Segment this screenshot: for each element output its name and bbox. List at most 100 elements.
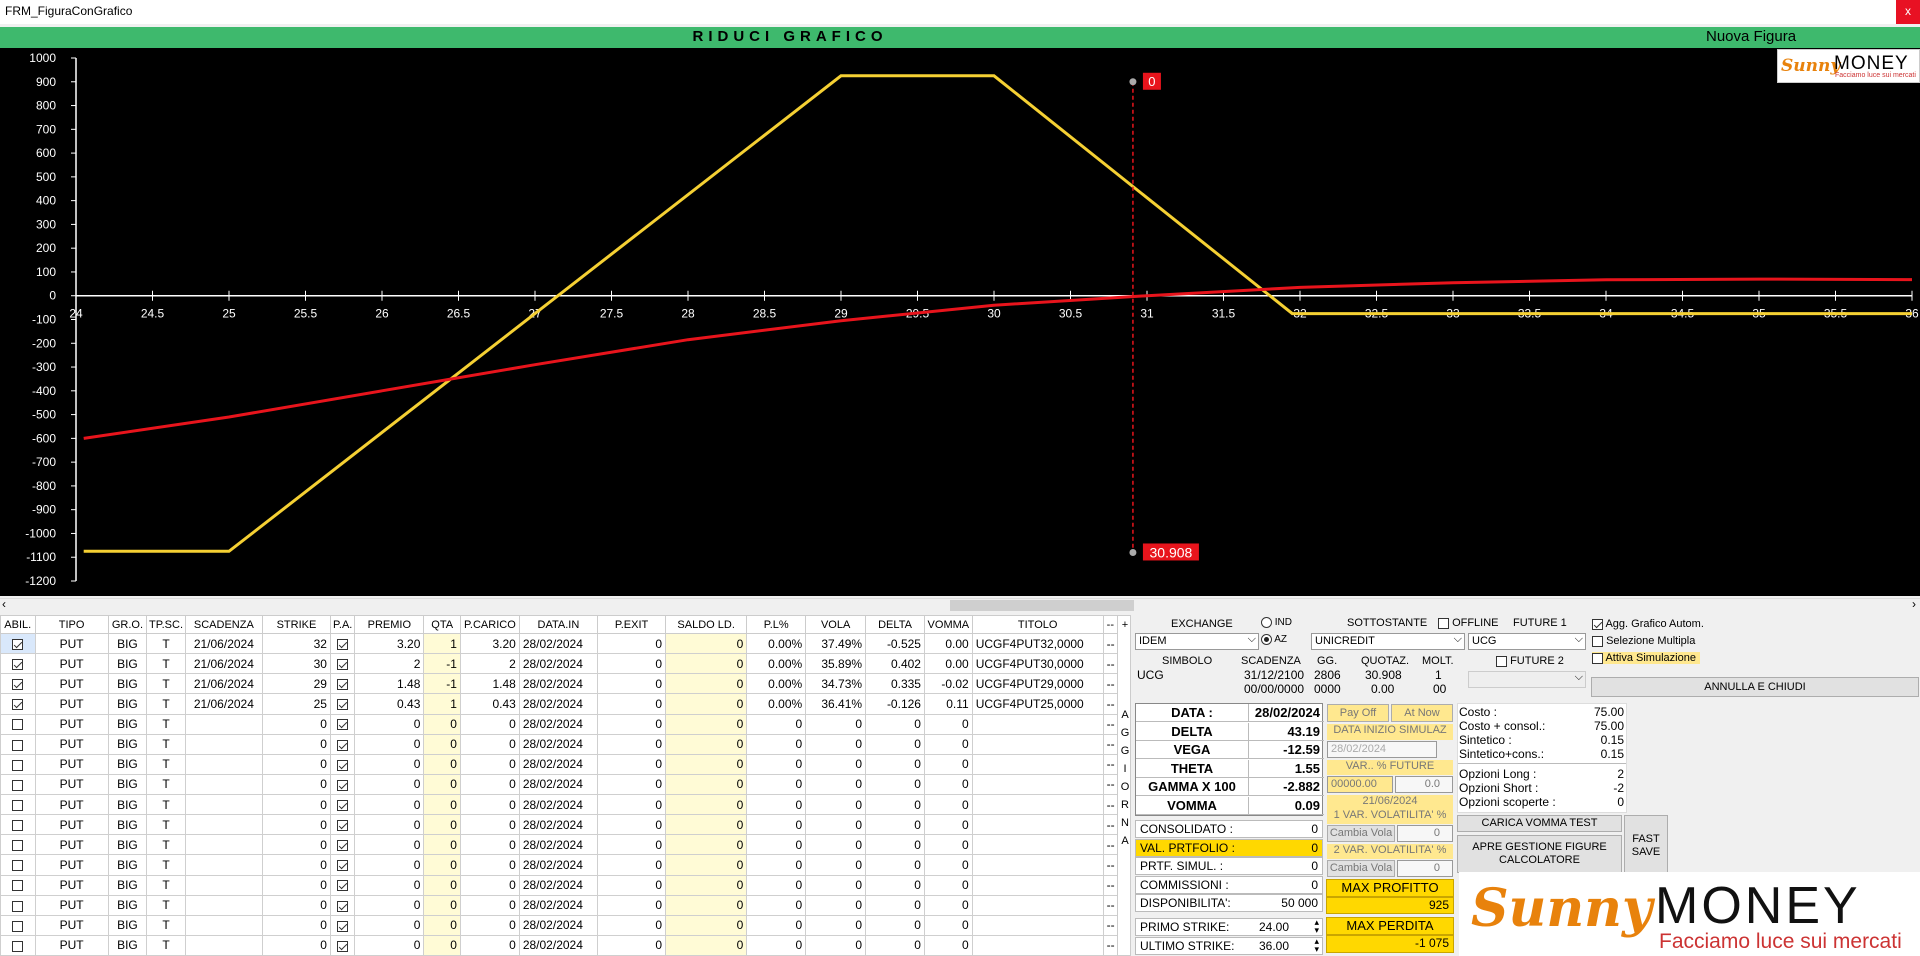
- cell-gro[interactable]: BIG: [107, 773, 148, 796]
- cell-x[interactable]: --: [1102, 753, 1119, 775]
- cell-pl[interactable]: 0: [746, 834, 807, 856]
- cell-vomma[interactable]: 0: [923, 934, 973, 956]
- cell-saldo[interactable]: 0: [665, 793, 748, 816]
- cell-pexit[interactable]: 0: [597, 854, 667, 876]
- cell-vomma[interactable]: 0: [923, 894, 973, 916]
- cell-premio[interactable]: 1.48: [354, 673, 425, 695]
- cell-saldo[interactable]: 0: [665, 854, 748, 876]
- cell-tpsc[interactable]: T: [146, 693, 186, 715]
- cell-titolo[interactable]: [971, 934, 1104, 956]
- cell-scadenza[interactable]: [184, 793, 263, 816]
- cell-pcarico[interactable]: 0.43: [459, 693, 520, 715]
- cell-vomma[interactable]: 0: [923, 793, 973, 816]
- cell-scadenza[interactable]: [184, 713, 263, 735]
- cell-premio[interactable]: 0: [354, 914, 425, 936]
- cell-tipo[interactable]: PUT: [34, 653, 109, 675]
- cell-vola[interactable]: 36.41%: [805, 693, 867, 715]
- vol2-input[interactable]: 0: [1397, 860, 1453, 877]
- cell-pcarico[interactable]: 1.48: [459, 673, 520, 695]
- aggiorna-button[interactable]: + AGGIORNA: [1117, 615, 1131, 956]
- cell-abil[interactable]: [0, 733, 36, 755]
- table-row[interactable]: PUT BIG T 0 0 0 0 28/02/2024 0 0 0 0 0 0 --: [0, 914, 1119, 936]
- cell-scadenza[interactable]: [184, 733, 263, 755]
- cell-tipo[interactable]: PUT: [34, 934, 109, 956]
- cell-pexit[interactable]: 0: [597, 894, 667, 916]
- cell-datain[interactable]: 28/02/2024: [518, 793, 599, 816]
- attiva-simulazione-checkbox-icon[interactable]: [1592, 652, 1603, 664]
- cell-tipo[interactable]: PUT: [34, 753, 109, 775]
- cell-tpsc[interactable]: T: [146, 814, 186, 836]
- cell-vola[interactable]: 0: [805, 753, 867, 775]
- cell-delta[interactable]: 0: [865, 834, 925, 856]
- column-header[interactable]: TIPO: [34, 615, 109, 634]
- table-row[interactable]: PUT BIG T 0 0 0 0 28/02/2024 0 0 0 0 0 0 --: [0, 854, 1119, 876]
- future-pct-input[interactable]: 0.0: [1395, 776, 1453, 793]
- cell-tpsc[interactable]: T: [146, 653, 186, 675]
- abil-checkbox-icon[interactable]: [12, 840, 24, 852]
- pay-off-button[interactable]: Pay Off: [1327, 704, 1389, 722]
- cell-scadenza[interactable]: 21/06/2024: [184, 693, 263, 715]
- cell-delta[interactable]: -0.126: [865, 693, 925, 715]
- pa-checkbox-icon[interactable]: [337, 900, 349, 912]
- cell-gro[interactable]: BIG: [107, 894, 148, 916]
- cell-pexit[interactable]: 0: [597, 693, 667, 715]
- pa-checkbox-icon[interactable]: [337, 699, 349, 711]
- cell-pcarico[interactable]: 0: [459, 934, 520, 956]
- cell-pa[interactable]: [329, 713, 356, 735]
- cell-tipo[interactable]: PUT: [34, 793, 109, 816]
- cell-gro[interactable]: BIG: [107, 693, 148, 715]
- pa-checkbox-icon[interactable]: [337, 659, 349, 671]
- apre-gestione-figure-button[interactable]: APRE GESTIONE FIGURE CALCOLATORE: [1457, 835, 1622, 873]
- cell-gro[interactable]: BIG: [107, 673, 148, 695]
- cell-vola[interactable]: 0: [805, 874, 867, 896]
- cell-pcarico[interactable]: 2: [459, 653, 520, 675]
- cell-delta[interactable]: 0: [865, 854, 925, 876]
- pa-checkbox-icon[interactable]: [337, 638, 349, 650]
- cell-gro[interactable]: BIG: [107, 713, 148, 735]
- cell-x[interactable]: --: [1102, 814, 1119, 836]
- cell-pl[interactable]: 0: [746, 934, 807, 956]
- cell-pl[interactable]: 0.00%: [746, 693, 807, 715]
- cell-qta[interactable]: -1: [423, 653, 461, 675]
- column-header[interactable]: P.EXIT: [597, 615, 667, 634]
- cell-delta[interactable]: -0.525: [865, 632, 925, 655]
- cell-pa[interactable]: [329, 854, 356, 876]
- nuova-figura-button[interactable]: Nuova Figura: [1706, 28, 1796, 45]
- cell-pl[interactable]: 0.00%: [746, 673, 807, 695]
- cell-qta[interactable]: 0: [423, 854, 461, 876]
- cell-premio[interactable]: 0: [354, 894, 425, 916]
- cell-delta[interactable]: 0.402: [865, 653, 925, 675]
- cell-saldo[interactable]: 0: [665, 894, 748, 916]
- pa-checkbox-icon[interactable]: [337, 820, 349, 832]
- cell-vomma[interactable]: 0: [923, 834, 973, 856]
- offline-checkbox-icon[interactable]: [1438, 617, 1449, 629]
- cell-tpsc[interactable]: T: [146, 854, 186, 876]
- future2-select[interactable]: [1468, 670, 1586, 688]
- cell-qta[interactable]: 0: [423, 834, 461, 856]
- pa-checkbox-icon[interactable]: [337, 799, 349, 811]
- cell-pcarico[interactable]: 0: [459, 753, 520, 775]
- future-value-input[interactable]: 00000.00: [1327, 776, 1393, 793]
- cell-pl[interactable]: 0: [746, 753, 807, 775]
- carica-vomma-test-button[interactable]: CARICA VOMMA TEST: [1457, 815, 1622, 832]
- abil-checkbox-icon[interactable]: [12, 638, 24, 650]
- cell-vomma[interactable]: 0: [923, 854, 973, 876]
- cell-datain[interactable]: 28/02/2024: [518, 673, 599, 695]
- cell-scadenza[interactable]: [184, 834, 263, 856]
- cell-strike[interactable]: 25: [261, 693, 331, 715]
- cell-pexit[interactable]: 0: [597, 793, 667, 816]
- column-header[interactable]: ABIL.: [0, 615, 36, 634]
- cell-tipo[interactable]: PUT: [34, 693, 109, 715]
- cell-saldo[interactable]: 0: [665, 713, 748, 735]
- cell-premio[interactable]: 2: [354, 653, 425, 675]
- payoff-chart[interactable]: 1000 900 800 700 600 500 400 300 200 100 0 -100 -200…: [0, 48, 1920, 596]
- abil-checkbox-icon[interactable]: [12, 659, 24, 671]
- cell-pcarico[interactable]: 0: [459, 894, 520, 916]
- cell-qta[interactable]: 0: [423, 733, 461, 755]
- cell-pl[interactable]: 0: [746, 713, 807, 735]
- cell-vomma[interactable]: 0.00: [923, 653, 973, 675]
- cell-saldo[interactable]: 0: [665, 693, 748, 715]
- cell-scadenza[interactable]: [184, 814, 263, 836]
- column-header[interactable]: SCADENZA: [184, 615, 263, 634]
- cell-tipo[interactable]: PUT: [34, 914, 109, 936]
